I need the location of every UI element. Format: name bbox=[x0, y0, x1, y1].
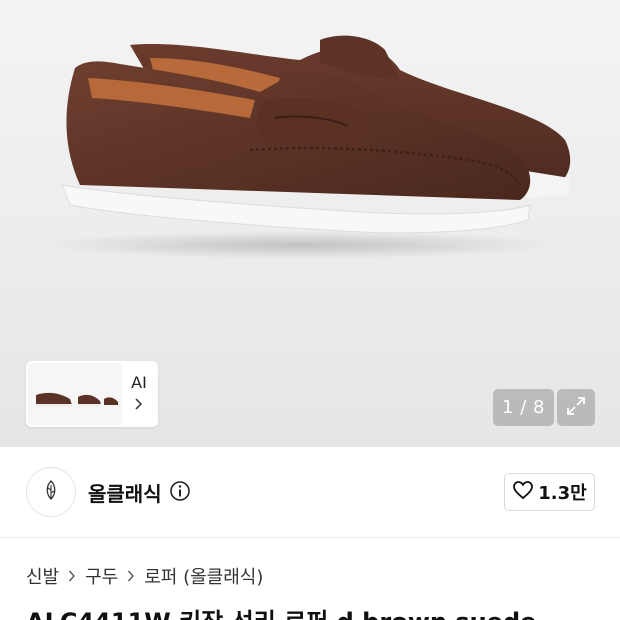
chevron-right-icon bbox=[127, 569, 135, 583]
breadcrumb-item-loafers[interactable]: 로퍼 (올클래식) bbox=[144, 563, 263, 589]
breadcrumb-item-dress-shoes[interactable]: 구두 bbox=[85, 563, 118, 589]
brand-row: 올클래식 1.3만 bbox=[0, 447, 620, 537]
product-image-gallery[interactable]: AI 1 / 8 bbox=[0, 0, 620, 447]
thumbnail-image bbox=[28, 363, 122, 425]
like-count: 1.3만 bbox=[538, 483, 587, 504]
ai-recommendation-card[interactable]: AI bbox=[26, 361, 158, 427]
breadcrumb-item-shoes[interactable]: 신발 bbox=[26, 563, 59, 589]
section-divider bbox=[0, 537, 620, 538]
brand-logo[interactable] bbox=[26, 467, 76, 517]
like-button[interactable]: 1.3만 bbox=[504, 473, 595, 511]
breadcrumb: 신발 구두 로퍼 (올클래식) bbox=[26, 563, 263, 589]
leaf-logo-icon bbox=[40, 478, 62, 506]
ai-badge: AI bbox=[131, 372, 147, 392]
brand-name-link[interactable]: 올클래식 bbox=[88, 478, 162, 507]
chevron-right-icon bbox=[68, 569, 76, 583]
expand-fullscreen-button[interactable] bbox=[557, 389, 595, 426]
heart-outline-icon bbox=[512, 480, 534, 504]
chevron-right-icon bbox=[134, 396, 144, 415]
image-counter: 1 / 8 bbox=[493, 389, 554, 426]
expand-arrows-icon bbox=[565, 395, 587, 421]
info-icon[interactable] bbox=[169, 480, 191, 506]
product-title: ALC4411W 키작 선리 로퍼 d brown suede bbox=[26, 602, 620, 620]
